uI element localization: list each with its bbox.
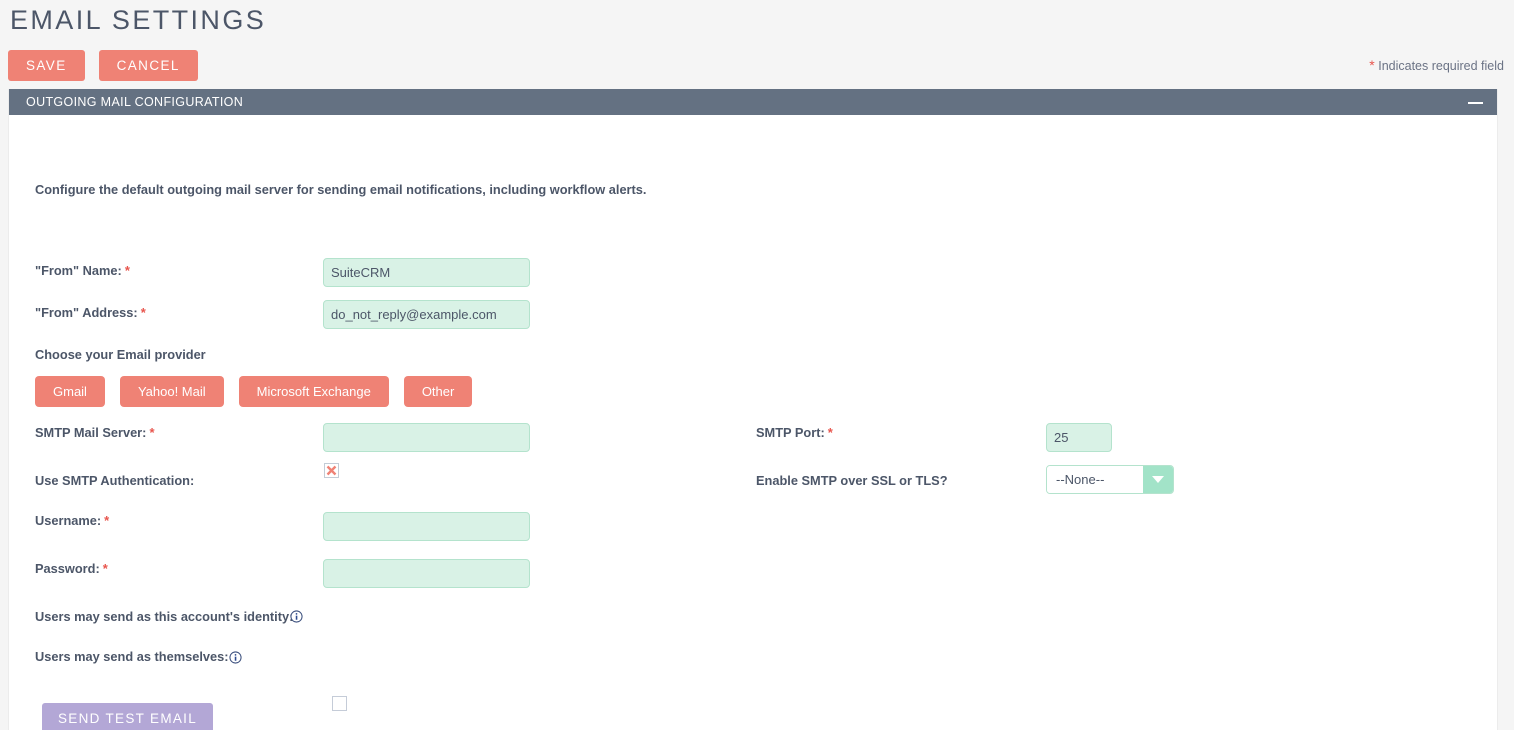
page-title: EMAIL SETTINGS (10, 5, 267, 35)
chevron-down-icon[interactable] (1143, 466, 1173, 493)
info-circle-icon-send-as-identity[interactable] (290, 610, 303, 623)
from-name-label: "From" Name: * (35, 263, 130, 278)
cancel-button[interactable]: CANCEL (98, 50, 198, 81)
required-note-text: Indicates required field (1378, 59, 1504, 73)
from-name-input[interactable] (323, 258, 530, 287)
send-as-identity-label: Users may send as this account's identit… (35, 609, 294, 624)
minus-icon[interactable] (1468, 96, 1483, 109)
email-settings-page: EMAIL SETTINGS SAVE CANCEL * Indicates r… (0, 0, 1514, 730)
outgoing-mail-panel: OUTGOING MAIL CONFIGURATION Configure th… (8, 89, 1498, 730)
smtp-port-label: SMTP Port: * (756, 425, 833, 440)
smtp-mail-server-required: * (149, 425, 155, 440)
email-provider-label: Choose your Email provider (35, 347, 206, 362)
checkbox-x-icon-smtp-authentication[interactable] (324, 463, 339, 478)
username-required: * (104, 513, 110, 528)
x-mark-icon (326, 465, 337, 476)
send-as-themselves-label: Users may send as themselves: (35, 649, 229, 664)
from-address-label: "From" Address: * (35, 305, 146, 320)
panel-body: Configure the default outgoing mail serv… (9, 115, 1497, 730)
email-settings-form: "From" Name:* "From" Address:* Choose yo… (9, 115, 1497, 730)
from-name-required: * (124, 263, 130, 278)
smtp-ssl-tls-select[interactable]: --None-- (1046, 465, 1174, 494)
provider-button-other[interactable]: Other (403, 376, 473, 407)
required-field-note: * Indicates required field (1369, 57, 1504, 73)
save-button[interactable]: SAVE (8, 50, 85, 81)
info-glyph (229, 651, 242, 664)
smtp-authentication-label: Use SMTP Authentication: (35, 473, 195, 488)
smtp-port-required: * (827, 425, 833, 440)
info-glyph (290, 610, 303, 623)
send-test-email-button[interactable]: SEND TEST EMAIL (42, 703, 214, 730)
from-address-required: * (140, 305, 146, 320)
username-input[interactable] (323, 512, 530, 541)
checkbox-send-as-identity[interactable] (332, 696, 347, 711)
smtp-mail-server-label: SMTP Mail Server: * (35, 425, 155, 440)
smtp-ssl-tls-selected-value: --None-- (1047, 466, 1143, 493)
info-circle-icon-send-as-themselves[interactable] (229, 651, 242, 664)
password-required: * (102, 561, 108, 576)
panel-header-title: OUTGOING MAIL CONFIGURATION (26, 95, 244, 109)
required-asterisk: * (1369, 57, 1375, 73)
from-address-input[interactable] (323, 300, 530, 329)
smtp-ssl-tls-label: Enable SMTP over SSL or TLS? (756, 473, 948, 488)
action-bar: SAVE CANCEL (8, 50, 198, 81)
provider-button-microsoft-exchange[interactable]: Microsoft Exchange (238, 376, 389, 407)
smtp-port-input[interactable] (1046, 423, 1112, 452)
password-label: Password: * (35, 561, 108, 576)
username-label: Username: * (35, 513, 110, 528)
panel-header[interactable]: OUTGOING MAIL CONFIGURATION (9, 89, 1497, 115)
email-provider-buttons: Gmail Yahoo! Mail Microsoft Exchange Oth… (35, 376, 473, 407)
smtp-mail-server-input[interactable] (323, 423, 530, 452)
provider-button-yahoo-mail[interactable]: Yahoo! Mail (119, 376, 224, 407)
password-input[interactable] (323, 559, 530, 588)
provider-button-gmail[interactable]: Gmail (35, 376, 105, 407)
